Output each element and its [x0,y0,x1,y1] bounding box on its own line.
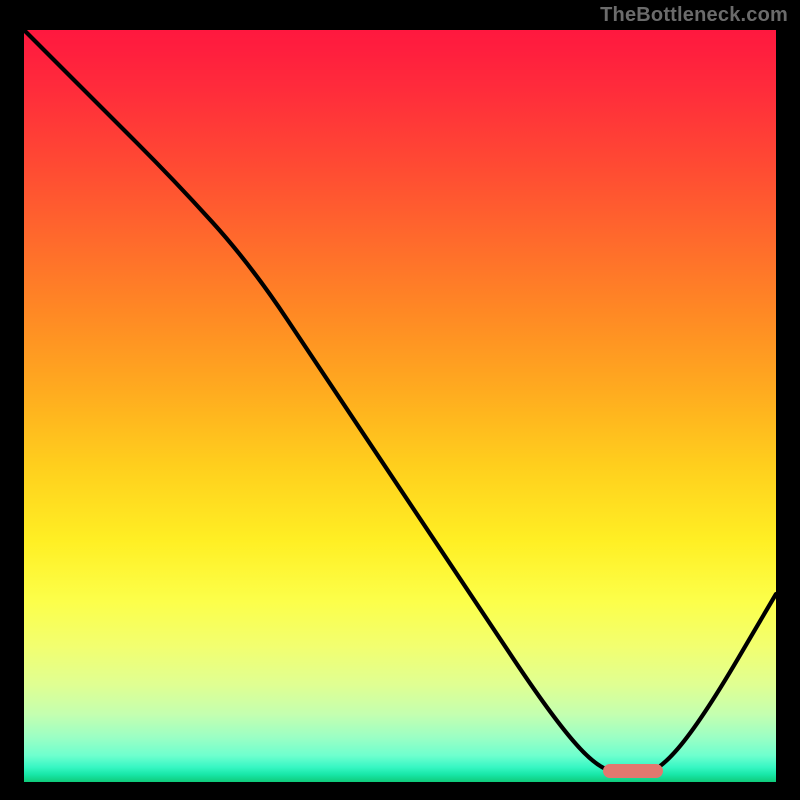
bottleneck-curve [24,30,776,782]
watermark-text: TheBottleneck.com [600,4,788,27]
optimal-range-marker [603,764,663,778]
chart-frame: TheBottleneck.com [0,0,800,800]
plot-area [24,30,776,782]
